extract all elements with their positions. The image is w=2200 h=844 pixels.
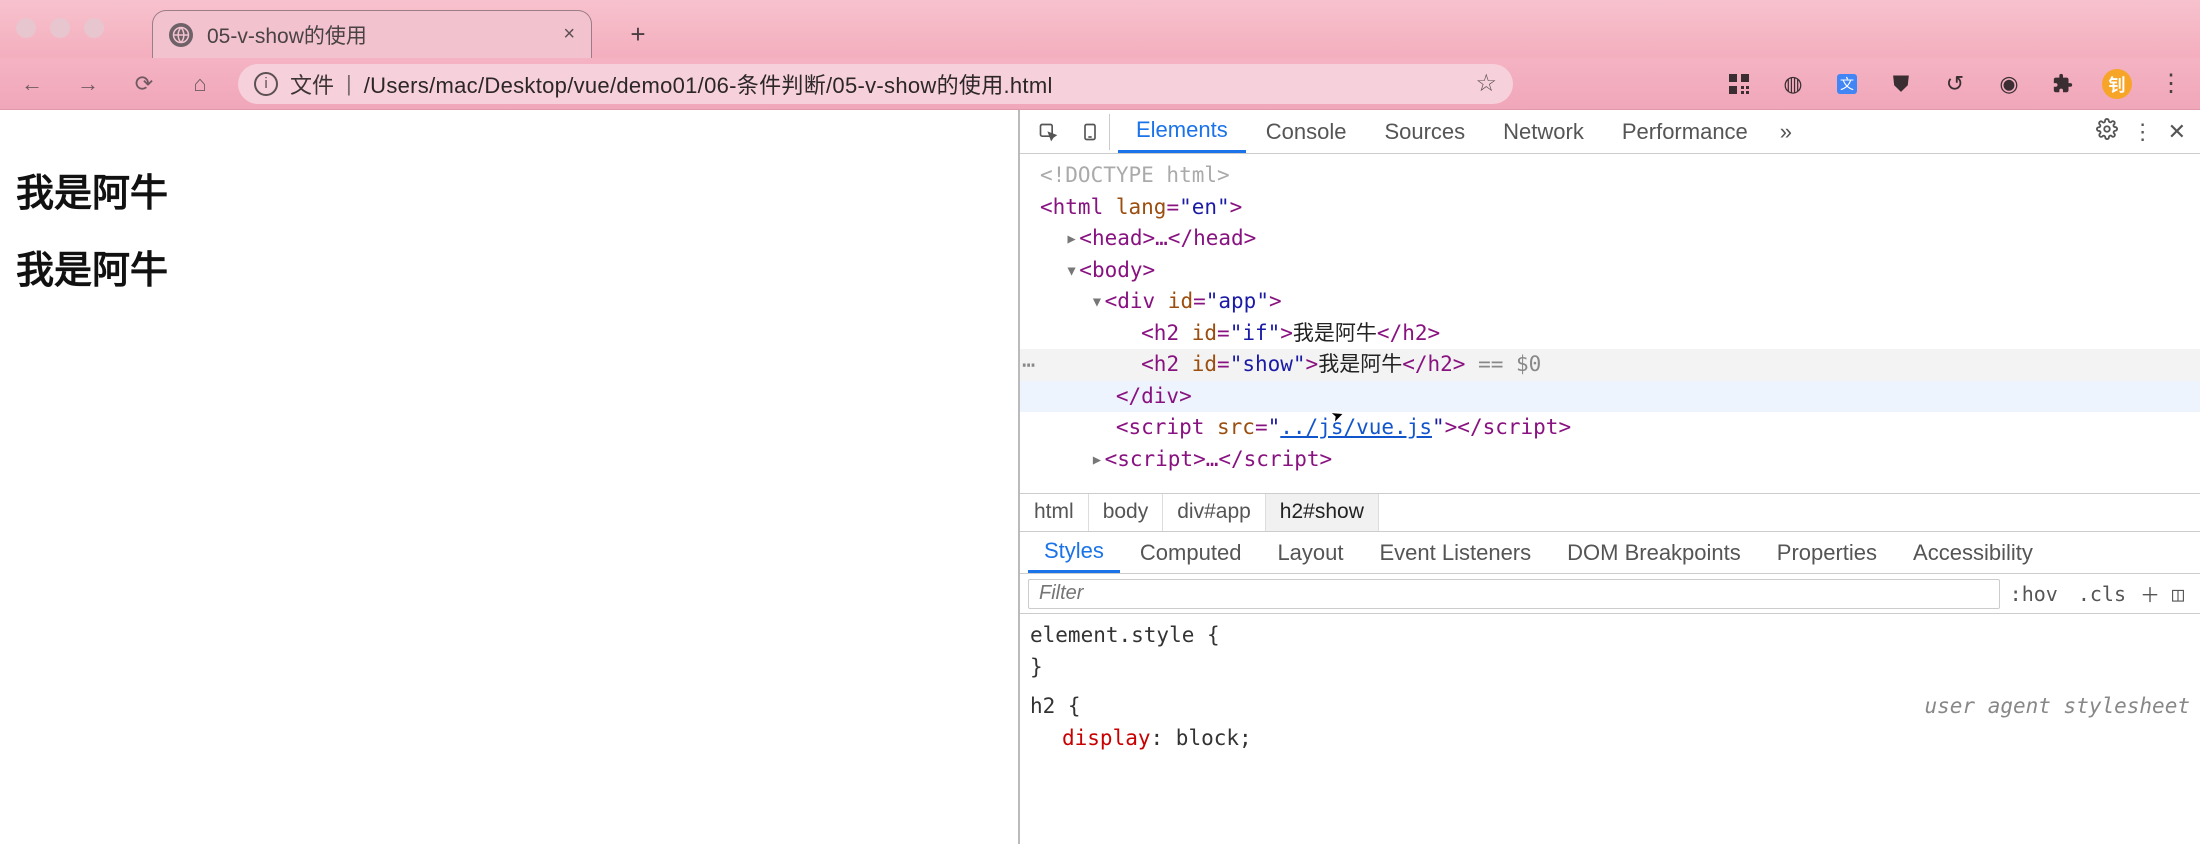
tree-script-inline[interactable]: ▸<script>…</script> xyxy=(1020,444,2200,476)
tree-h2-show-selected[interactable]: <h2 id="show">我是阿牛</h2> == $0 xyxy=(1020,349,2200,381)
page-h2-if: 我是阿牛 xyxy=(16,162,1002,217)
inspect-element-icon[interactable] xyxy=(1028,114,1068,150)
devtools-panel: Elements Console Sources Network Perform… xyxy=(1020,110,2200,844)
forward-button[interactable]: → xyxy=(70,66,106,102)
devtools-close-icon[interactable]: ✕ xyxy=(2168,119,2186,145)
subtab-styles[interactable]: Styles xyxy=(1028,532,1120,573)
tree-html-open[interactable]: <html lang="en"> xyxy=(1020,192,2200,224)
rule-h2[interactable]: user agent stylesheet h2 { xyxy=(1030,691,2190,723)
tab-console[interactable]: Console xyxy=(1248,110,1365,153)
devtools-menu-icon[interactable]: ⋮ xyxy=(2132,119,2154,145)
window-titlebar: 05-v-show的使用 × + xyxy=(0,0,2200,58)
reload-button[interactable]: ⟳ xyxy=(126,66,162,102)
close-window-dot[interactable] xyxy=(16,18,36,38)
extension-icon-1[interactable]: ◍ xyxy=(1778,69,1808,99)
tree-script-vue[interactable]: <script src="../js/vue.js"></script> xyxy=(1020,412,2200,444)
browser-menu-icon[interactable]: ⋮ xyxy=(2156,69,2186,99)
qr-icon[interactable] xyxy=(1724,69,1754,99)
crumb-body[interactable]: body xyxy=(1089,494,1164,531)
rule-element-style-close: } xyxy=(1030,652,2190,684)
tree-doctype[interactable]: <!DOCTYPE html> xyxy=(1020,160,2200,192)
new-style-rule-icon[interactable]: ＋ xyxy=(2136,579,2164,608)
profile-avatar[interactable]: 钊 xyxy=(2102,69,2132,99)
page-h2-show: 我是阿牛 xyxy=(16,239,1002,294)
ua-stylesheet-note: user agent stylesheet xyxy=(1924,691,2190,723)
extension-area: ◍ 文 ⛊ ↺ ◉ 钊 ⋮ xyxy=(1724,69,2186,99)
subtab-computed[interactable]: Computed xyxy=(1124,532,1258,573)
rule-element-style[interactable]: element.style { xyxy=(1030,620,2190,652)
tree-head[interactable]: ▸<head>…</head> xyxy=(1020,223,2200,255)
bookmark-star-icon[interactable]: ☆ xyxy=(1475,69,1497,98)
tab-sources[interactable]: Sources xyxy=(1366,110,1483,153)
info-icon[interactable]: i xyxy=(254,72,278,96)
tree-body-open[interactable]: ▾<body> xyxy=(1020,255,2200,287)
new-tab-button[interactable]: + xyxy=(618,14,658,54)
tab-performance[interactable]: Performance xyxy=(1604,110,1766,153)
tree-h2-if[interactable]: <h2 id="if">我是阿牛</h2> xyxy=(1020,318,2200,350)
home-button[interactable]: ⌂ xyxy=(182,66,218,102)
close-tab-icon[interactable]: × xyxy=(563,23,575,46)
tree-div-open[interactable]: ▾<div id="app"> xyxy=(1020,286,2200,318)
styles-pane[interactable]: element.style { } user agent stylesheet … xyxy=(1020,614,2200,760)
history-back-icon[interactable]: ↺ xyxy=(1940,69,1970,99)
address-bar[interactable]: i 文件 | /Users/mac/Desktop/vue/demo01/06-… xyxy=(238,64,1513,104)
tab-title: 05-v-show的使用 xyxy=(207,20,367,50)
page-viewport: 我是阿牛 我是阿牛 xyxy=(0,110,1020,844)
back-button[interactable]: ← xyxy=(14,66,50,102)
styles-subtabs: Styles Computed Layout Event Listeners D… xyxy=(1020,532,2200,574)
device-toggle-icon[interactable] xyxy=(1070,114,1110,150)
browser-toolbar: ← → ⟳ ⌂ i 文件 | /Users/mac/Desktop/vue/de… xyxy=(0,58,2200,110)
styles-filter-input[interactable] xyxy=(1028,579,2000,609)
subtab-accessibility[interactable]: Accessibility xyxy=(1897,532,2049,573)
url-text: /Users/mac/Desktop/vue/demo01/06-条件判断/05… xyxy=(364,68,1053,100)
more-tabs-icon[interactable]: » xyxy=(1772,119,1800,145)
crumb-div-app[interactable]: div#app xyxy=(1163,494,1266,531)
rule-h2-display[interactable]: display: block; xyxy=(1030,723,2190,755)
tab-network[interactable]: Network xyxy=(1485,110,1602,153)
svg-text:文: 文 xyxy=(1840,76,1854,92)
extensions-puzzle-icon[interactable] xyxy=(2048,69,2078,99)
hov-toggle[interactable]: :hov xyxy=(2000,582,2068,606)
browser-tab[interactable]: 05-v-show的使用 × xyxy=(152,10,592,58)
url-scheme-label: 文件 xyxy=(290,68,334,100)
devtools-settings-icon[interactable] xyxy=(2096,118,2118,146)
subtab-layout[interactable]: Layout xyxy=(1261,532,1359,573)
elements-dom-tree[interactable]: <!DOCTYPE html> <html lang="en"> ▸<head>… xyxy=(1020,154,2200,494)
elements-breadcrumb: html body div#app h2#show xyxy=(1020,494,2200,532)
devtools-tabbar: Elements Console Sources Network Perform… xyxy=(1020,110,2200,154)
extension-icon-3[interactable]: ◉ xyxy=(1994,69,2024,99)
tab-elements[interactable]: Elements xyxy=(1118,110,1246,153)
translate-icon[interactable]: 文 xyxy=(1832,69,1862,99)
crumb-h2-show[interactable]: h2#show xyxy=(1266,494,1379,531)
globe-icon xyxy=(169,23,193,47)
cls-toggle[interactable]: .cls xyxy=(2068,582,2136,606)
crumb-html[interactable]: html xyxy=(1020,494,1089,531)
styles-filter-row: :hov .cls ＋ ◫ xyxy=(1020,574,2200,614)
computed-sidebar-icon[interactable]: ◫ xyxy=(2164,582,2192,606)
subtab-dom-breakpoints[interactable]: DOM Breakpoints xyxy=(1551,532,1757,573)
url-separator: | xyxy=(346,71,352,97)
extension-icon-2[interactable]: ⛊ xyxy=(1886,69,1916,99)
zoom-window-dot[interactable] xyxy=(84,18,104,38)
subtab-event-listeners[interactable]: Event Listeners xyxy=(1364,532,1548,573)
tree-div-close[interactable]: </div> xyxy=(1020,381,2200,413)
traffic-lights xyxy=(16,18,104,38)
minimize-window-dot[interactable] xyxy=(50,18,70,38)
subtab-properties[interactable]: Properties xyxy=(1761,532,1893,573)
